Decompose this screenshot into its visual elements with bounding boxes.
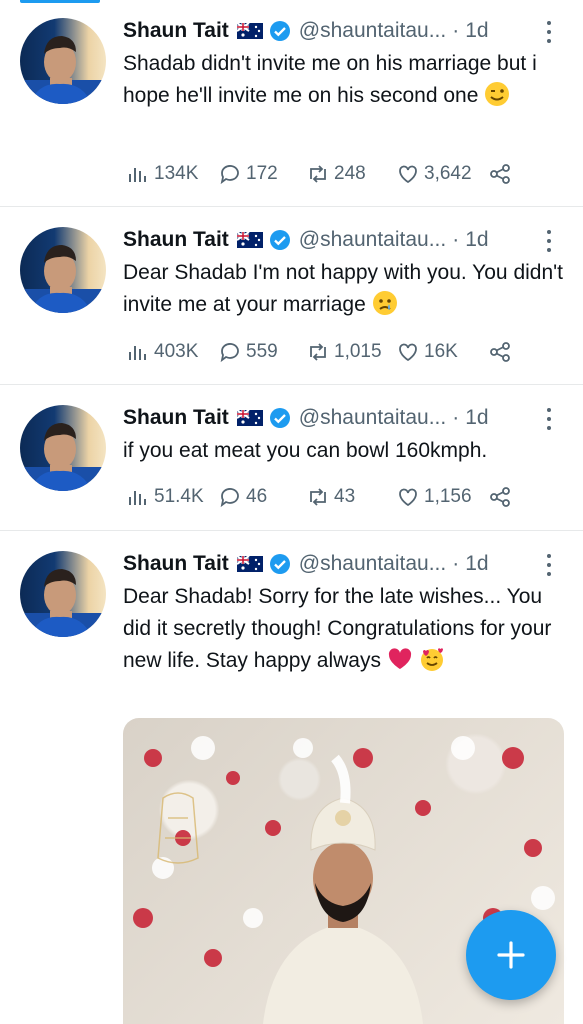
tweet-text-content: if you eat meat you can bowl 160kmph.: [123, 439, 488, 462]
retweet-icon: [310, 165, 326, 183]
heart-icon: [399, 343, 417, 362]
like-button[interactable]: 16K: [396, 339, 458, 365]
reply-icon: [220, 488, 239, 508]
views-icon: [129, 168, 146, 182]
reply-button[interactable]: 559: [218, 339, 278, 365]
avatar[interactable]: [20, 551, 106, 637]
retweet-icon: [310, 343, 326, 361]
retweet-button[interactable]: 43: [306, 484, 355, 510]
retweet-button[interactable]: 248: [306, 161, 366, 187]
reply-button[interactable]: 46: [218, 484, 267, 510]
timestamp[interactable]: 1d: [465, 552, 488, 576]
tweet-actions: 403K 559 1,015 16K: [126, 339, 526, 365]
separator-dot: ·: [452, 406, 460, 429]
views-stat[interactable]: 403K: [126, 339, 198, 365]
retweet-count: 1,015: [334, 341, 382, 362]
author-handle[interactable]: @shauntaitau...: [299, 552, 446, 576]
tweet-actions: 51.4K 46 43 1,156: [126, 484, 526, 510]
more-options-icon[interactable]: [544, 21, 554, 43]
retweet-count: 248: [334, 163, 366, 184]
author-name[interactable]: Shaun Tait: [123, 406, 229, 430]
retweet-button[interactable]: 1,015: [306, 339, 382, 365]
tweet-header: Shaun Tait @shauntaitau... · 1d: [123, 225, 489, 255]
reply-icon: [220, 343, 239, 363]
like-count: 1,156: [424, 486, 472, 507]
smiling-face-with-hearts-icon: [420, 648, 443, 671]
heart-icon: [399, 488, 417, 507]
reply-count: 559: [246, 341, 278, 362]
reply-icon: [220, 165, 239, 185]
separator-dot: ·: [452, 552, 460, 575]
share-button[interactable]: [488, 161, 516, 187]
verified-badge-icon: [269, 21, 290, 41]
red-heart-icon: [388, 648, 411, 669]
verified-badge-icon: [269, 408, 290, 428]
tweet-text-content: Dear Shadab I'm not happy with you. You …: [123, 261, 569, 316]
tweet-text-content: Dear Shadab! Sorry for the late wishes..…: [123, 585, 558, 672]
share-button[interactable]: [488, 484, 516, 510]
tweet-header: Shaun Tait @shauntaitau... · 1d: [123, 403, 489, 433]
timestamp[interactable]: 1d: [465, 406, 488, 430]
winking-face-icon: [485, 82, 510, 106]
tweet-text: Shadab didn't invite me on his marriage …: [123, 48, 563, 112]
author-handle[interactable]: @shauntaitau...: [299, 406, 446, 430]
share-icon: [490, 487, 510, 507]
more-options-icon[interactable]: [544, 230, 554, 252]
reply-button[interactable]: 172: [218, 161, 278, 187]
views-stat[interactable]: 51.4K: [126, 484, 204, 510]
separator-dot: ·: [452, 228, 460, 251]
views-icon: [129, 346, 146, 360]
like-count: 3,642: [424, 163, 472, 184]
more-options-icon[interactable]: [544, 554, 554, 576]
author-name[interactable]: Shaun Tait: [123, 19, 229, 43]
tweet-text: Dear Shadab I'm not happy with you. You …: [123, 257, 563, 321]
share-button[interactable]: [488, 339, 516, 365]
like-button[interactable]: 3,642: [396, 161, 472, 187]
tweet-header: Shaun Tait @shauntaitau... · 1d: [123, 549, 489, 579]
australia-flag-icon: [236, 23, 263, 39]
share-icon: [490, 342, 510, 362]
reply-count: 46: [246, 486, 268, 507]
verified-badge-icon: [269, 554, 290, 574]
author-name[interactable]: Shaun Tait: [123, 552, 229, 576]
author-handle[interactable]: @shauntaitau...: [299, 19, 446, 43]
australia-flag-icon: [236, 410, 263, 426]
avatar[interactable]: [20, 18, 106, 104]
tweet-text-content: Shadab didn't invite me on his marriage …: [123, 52, 543, 107]
tweet-header: Shaun Tait @shauntaitau... · 1d: [123, 16, 489, 46]
avatar[interactable]: [20, 405, 106, 491]
timestamp[interactable]: 1d: [465, 228, 488, 252]
views-count: 134K: [154, 163, 199, 184]
tweet[interactable]: Shaun Tait @shauntaitau... · 1d Shadab d…: [0, 4, 583, 207]
tweet-actions: 134K 172 248 3,642: [126, 161, 526, 187]
heart-icon: [399, 165, 417, 184]
tweet-text: if you eat meat you can bowl 160kmph.: [123, 435, 563, 467]
verified-badge-icon: [269, 230, 290, 250]
like-count: 16K: [424, 341, 458, 362]
share-icon: [490, 164, 510, 184]
tweet-text: Dear Shadab! Sorry for the late wishes..…: [123, 581, 563, 677]
separator-dot: ·: [452, 19, 460, 42]
views-icon: [129, 491, 146, 505]
views-stat[interactable]: 134K: [126, 161, 198, 187]
reply-count: 172: [246, 163, 278, 184]
avatar[interactable]: [20, 227, 106, 313]
views-count: 51.4K: [154, 486, 204, 507]
tweet[interactable]: Shaun Tait @shauntaitau... · 1d Dear Sha…: [0, 207, 583, 385]
retweet-count: 43: [334, 486, 356, 507]
australia-flag-icon: [236, 556, 263, 572]
more-options-icon[interactable]: [544, 408, 554, 430]
tweet[interactable]: Shaun Tait @shauntaitau... · 1d if you e…: [0, 385, 583, 531]
compose-tweet-button[interactable]: [466, 910, 556, 1000]
retweet-icon: [310, 488, 326, 506]
author-handle[interactable]: @shauntaitau...: [299, 228, 446, 252]
crying-face-icon: [372, 291, 397, 315]
australia-flag-icon: [236, 232, 263, 248]
like-button[interactable]: 1,156: [396, 484, 472, 510]
views-count: 403K: [154, 341, 199, 362]
author-name[interactable]: Shaun Tait: [123, 228, 229, 252]
timestamp[interactable]: 1d: [465, 19, 488, 43]
plus-icon: [497, 941, 525, 969]
